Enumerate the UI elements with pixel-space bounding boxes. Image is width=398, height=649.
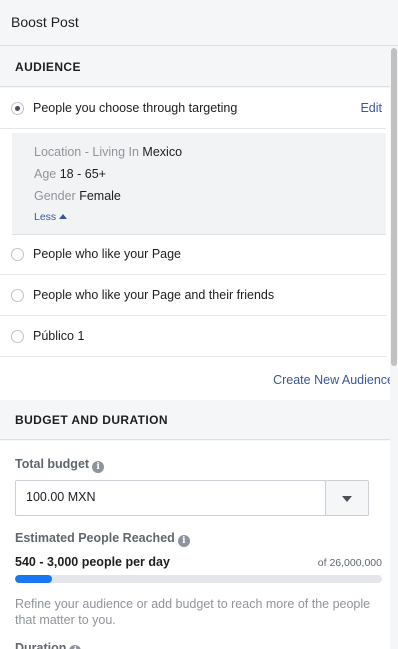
- currency-dropdown-button[interactable]: [325, 480, 369, 516]
- duration-text: Duration: [15, 641, 67, 649]
- budget-heading-label: BUDGET AND DURATION: [15, 413, 168, 427]
- create-new-audience-link[interactable]: Create New Audience: [273, 373, 394, 387]
- chevron-down-icon: [342, 496, 352, 502]
- edit-link[interactable]: Edit: [360, 101, 382, 115]
- page-title: Boost Post: [11, 14, 79, 30]
- total-budget-text: Total budget: [15, 457, 90, 471]
- gender-value: Female: [79, 189, 121, 203]
- reach-progress-fill: [15, 575, 52, 583]
- reach-note: Refine your audience or add budget to re…: [15, 597, 371, 627]
- audience-option-label: People who like your Page and their frie…: [33, 288, 275, 302]
- less-label: Less: [34, 211, 57, 223]
- scrollbar-thumb[interactable]: [391, 48, 397, 366]
- audience-option-label: People you choose through targeting: [33, 101, 238, 115]
- radio-checked[interactable]: [11, 102, 24, 115]
- reach-total: of 26,000,000: [317, 557, 382, 569]
- audience-heading-label: AUDIENCE: [15, 60, 81, 74]
- targeting-details: Location - Living In Mexico Age 18 - 65+…: [12, 133, 386, 235]
- info-icon[interactable]: i: [92, 461, 105, 473]
- estimated-reach-text: Estimated People Reached: [15, 531, 175, 545]
- gender-line: Gender Female: [34, 189, 121, 203]
- audience-option-targeting[interactable]: People you choose through targeting Edit: [0, 88, 386, 129]
- gender-key: Gender: [34, 189, 76, 203]
- audience-option-page-likers-friends[interactable]: People who like your Page and their frie…: [0, 275, 386, 316]
- radio-unchecked[interactable]: [11, 289, 24, 302]
- audience-heading: AUDIENCE: [0, 47, 390, 87]
- estimated-reach-label: Estimated People Reached i: [15, 531, 190, 547]
- reach-progress-bar: [15, 575, 382, 583]
- duration-label: Durationi: [15, 641, 82, 649]
- info-icon[interactable]: i: [177, 535, 190, 547]
- header: Boost Post: [0, 0, 398, 46]
- scrollbar[interactable]: [390, 47, 398, 649]
- location-value: Mexico: [142, 145, 183, 159]
- info-icon[interactable]: i: [69, 645, 82, 649]
- less-link[interactable]: Less: [34, 211, 68, 223]
- total-budget-input-wrapper: [15, 480, 326, 516]
- audience-option-label: People who like your Page: [33, 247, 182, 261]
- audience-panel: People you choose through targeting Edit…: [0, 88, 390, 400]
- total-budget-label: Total budget i: [15, 457, 105, 473]
- location-line: Location - Living In Mexico: [34, 145, 182, 159]
- location-key: Location - Living In: [34, 145, 139, 159]
- radio-unchecked[interactable]: [11, 248, 24, 261]
- total-budget-input[interactable]: [26, 490, 306, 504]
- caret-up-icon: [59, 214, 68, 219]
- budget-heading: BUDGET AND DURATION: [0, 400, 390, 440]
- age-key: Age: [34, 167, 57, 181]
- reach-range: 540 - 3,000 people per day: [15, 555, 170, 569]
- audience-option-page-likers[interactable]: People who like your Page: [0, 234, 386, 275]
- age-value: 18 - 65+: [59, 167, 106, 181]
- age-line: Age 18 - 65+: [34, 167, 106, 181]
- audience-option-label: Público 1: [33, 329, 85, 343]
- audience-option-publico-1[interactable]: Público 1: [0, 316, 386, 357]
- radio-unchecked[interactable]: [11, 330, 24, 343]
